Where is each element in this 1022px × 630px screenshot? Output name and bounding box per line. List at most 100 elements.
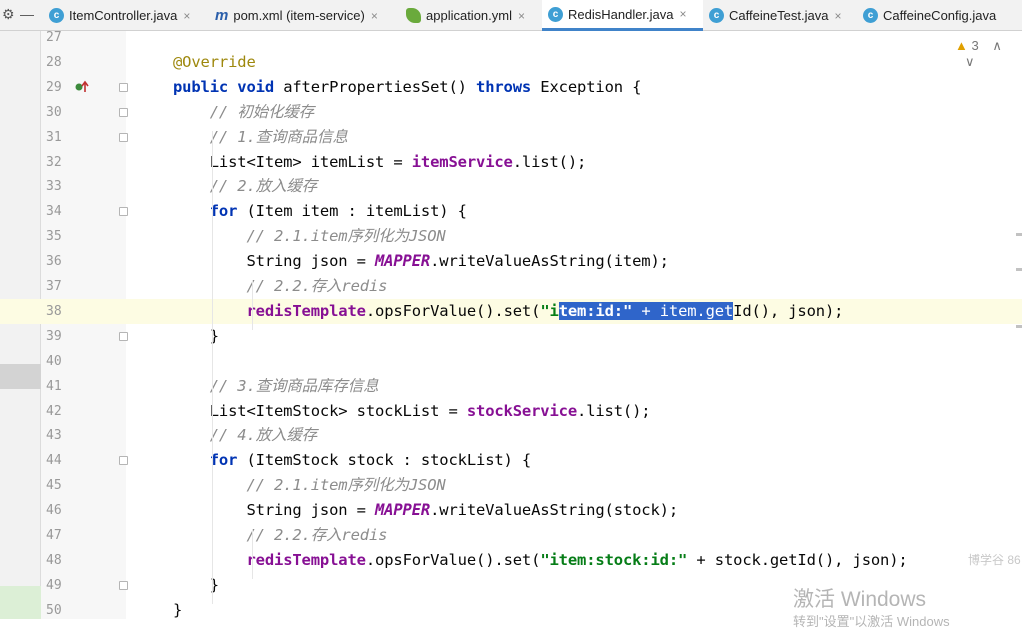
code-text[interactable]: for (ItemStock stock : stockList) { [173, 448, 532, 473]
line-number: 48 [46, 552, 62, 568]
tab-label: CaffeineConfig.java [883, 8, 997, 23]
code-line: 46 String json = MAPPER.writeValueAsStri… [0, 498, 1022, 523]
line-number: 39 [46, 328, 62, 344]
inspection-widget[interactable]: ▲ 3 ∧ ∨ [955, 38, 1022, 70]
tab-label: CaffeineTest.java [729, 8, 829, 23]
java-class-icon: c [49, 8, 64, 23]
code-token: List<ItemStock> stockList = [173, 401, 467, 420]
close-icon[interactable]: × [518, 9, 525, 23]
close-icon[interactable]: × [371, 9, 378, 23]
java-class-icon: c [863, 8, 878, 23]
code-line: 48 redisTemplate.opsForValue().set("item… [0, 548, 1022, 573]
indent-guide [252, 280, 253, 330]
code-token: stockService [466, 401, 578, 420]
code-text[interactable]: String json = MAPPER.writeValueAsString(… [173, 249, 669, 274]
code-text[interactable]: for (Item item : itemList) { [173, 199, 467, 224]
fold-marker-icon[interactable] [119, 456, 128, 466]
line-number: 45 [46, 478, 62, 494]
code-text[interactable]: // 2.1.item序列化为JSON [173, 473, 446, 498]
java-class-icon: c [709, 8, 724, 23]
code-token: redisTemplate [246, 550, 366, 569]
line-number: 41 [46, 378, 62, 394]
code-token: // 3.查询商品库存信息 [173, 376, 379, 395]
code-text[interactable]: String json = MAPPER.writeValueAsString(… [173, 498, 678, 523]
minimize-icon[interactable]: — [20, 6, 34, 22]
indent-guide [212, 130, 213, 604]
code-text[interactable]: // 4.放入缓存 [173, 423, 317, 448]
code-text[interactable]: @Override [173, 50, 256, 75]
code-token: @Override [173, 52, 256, 71]
code-text[interactable]: // 2.1.item序列化为JSON [173, 224, 446, 249]
code-token: // 1.查询商品信息 [173, 127, 348, 146]
code-text[interactable]: // 2.2.存入redis [173, 523, 387, 548]
fold-marker-icon[interactable] [119, 580, 128, 590]
code-token: // 2.2.存入redis [173, 277, 388, 295]
fold-marker-icon[interactable] [119, 331, 128, 341]
windows-activation-hint: 转到"设置"以激活 Windows [793, 614, 950, 629]
chevron-down-icon[interactable]: ∨ [965, 54, 975, 69]
code-text[interactable]: redisTemplate.opsForValue().set("item:st… [173, 548, 907, 573]
tab-label: pom.xml (item-service) [233, 8, 365, 23]
code-text[interactable]: List<ItemStock> stockList = stockService… [173, 399, 651, 424]
line-number: 46 [46, 503, 62, 519]
tab-label: RedisHandler.java [568, 6, 674, 22]
override-gutter-icon[interactable] [75, 80, 89, 94]
code-text[interactable]: public void afterPropertiesSet() throws … [173, 75, 641, 100]
code-line: 38 redisTemplate.opsForValue().set("item… [0, 298, 1022, 324]
line-number: 31 [46, 129, 62, 145]
code-line: 40 [0, 349, 1022, 374]
tab-label: ItemController.java [69, 8, 178, 23]
line-number: 40 [46, 353, 62, 369]
code-line: 31 // 1.查询商品信息 [0, 125, 1022, 150]
code-token: .list(); [577, 401, 651, 420]
code-line: 35 // 2.1.item序列化为JSON [0, 224, 1022, 249]
code-token: public void [173, 77, 284, 96]
scroll-marker[interactable] [1016, 268, 1022, 271]
indent-guide [252, 529, 253, 579]
code-token: // 初始化缓存 [173, 102, 315, 121]
code-token: Exception { [540, 77, 642, 96]
code-token: (ItemStock stock : stockList) { [246, 451, 532, 470]
fold-marker-icon[interactable] [119, 82, 128, 92]
spring-leaf-icon [406, 8, 421, 23]
close-icon[interactable]: × [680, 7, 687, 21]
scroll-marker[interactable] [1016, 325, 1022, 328]
code-text[interactable]: // 2.放入缓存 [173, 174, 317, 199]
code-text[interactable]: redisTemplate.opsForValue().set("item:id… [173, 299, 843, 324]
code-text[interactable]: List<Item> itemList = itemService.list()… [173, 150, 587, 175]
chevron-up-icon[interactable]: ∧ [992, 38, 1002, 53]
code-line: 33 // 2.放入缓存 [0, 174, 1022, 199]
line-number: 38 [46, 303, 62, 319]
code-text[interactable]: // 初始化缓存 [173, 100, 314, 125]
fold-marker-icon[interactable] [119, 107, 128, 117]
code-line: 36 String json = MAPPER.writeValueAsStri… [0, 249, 1022, 274]
code-token: } [173, 600, 183, 619]
code-token: Id(), json); [733, 301, 844, 320]
scroll-marker[interactable] [1016, 233, 1022, 236]
code-token: // 4.放入缓存 [173, 426, 318, 445]
code-line: 29 public void afterPropertiesSet() throw… [0, 75, 1022, 100]
code-token: throws [476, 77, 541, 96]
warning-icon: ▲ [955, 38, 968, 53]
close-icon[interactable]: × [183, 9, 190, 23]
fold-marker-icon[interactable] [119, 132, 128, 142]
code-line: 45 // 2.1.item序列化为JSON [0, 473, 1022, 498]
code-text[interactable]: // 3.查询商品库存信息 [173, 374, 379, 399]
close-icon[interactable]: × [835, 9, 842, 23]
code-line: 39 } [0, 324, 1022, 349]
code-token: MAPPER [375, 501, 431, 520]
code-line: 34 for (Item item : itemList) { [0, 199, 1022, 224]
code-token: // 2.放入缓存 [173, 177, 318, 196]
code-token: for [173, 202, 247, 221]
code-token: // 2.1.item序列化为JSON [173, 227, 446, 246]
code-token: "i [540, 301, 559, 320]
code-text[interactable]: // 1.查询商品信息 [173, 125, 348, 150]
settings-icon[interactable]: ⚙ [2, 6, 15, 23]
line-number: 37 [46, 279, 62, 294]
code-token: // 2.1.item序列化为JSON [173, 476, 446, 495]
code-text[interactable]: // 2.2.存入redis [173, 274, 387, 299]
fold-marker-icon[interactable] [119, 207, 128, 217]
code-token: List<Item> itemList = [173, 152, 412, 171]
code-token: redisTemplate [246, 301, 366, 320]
